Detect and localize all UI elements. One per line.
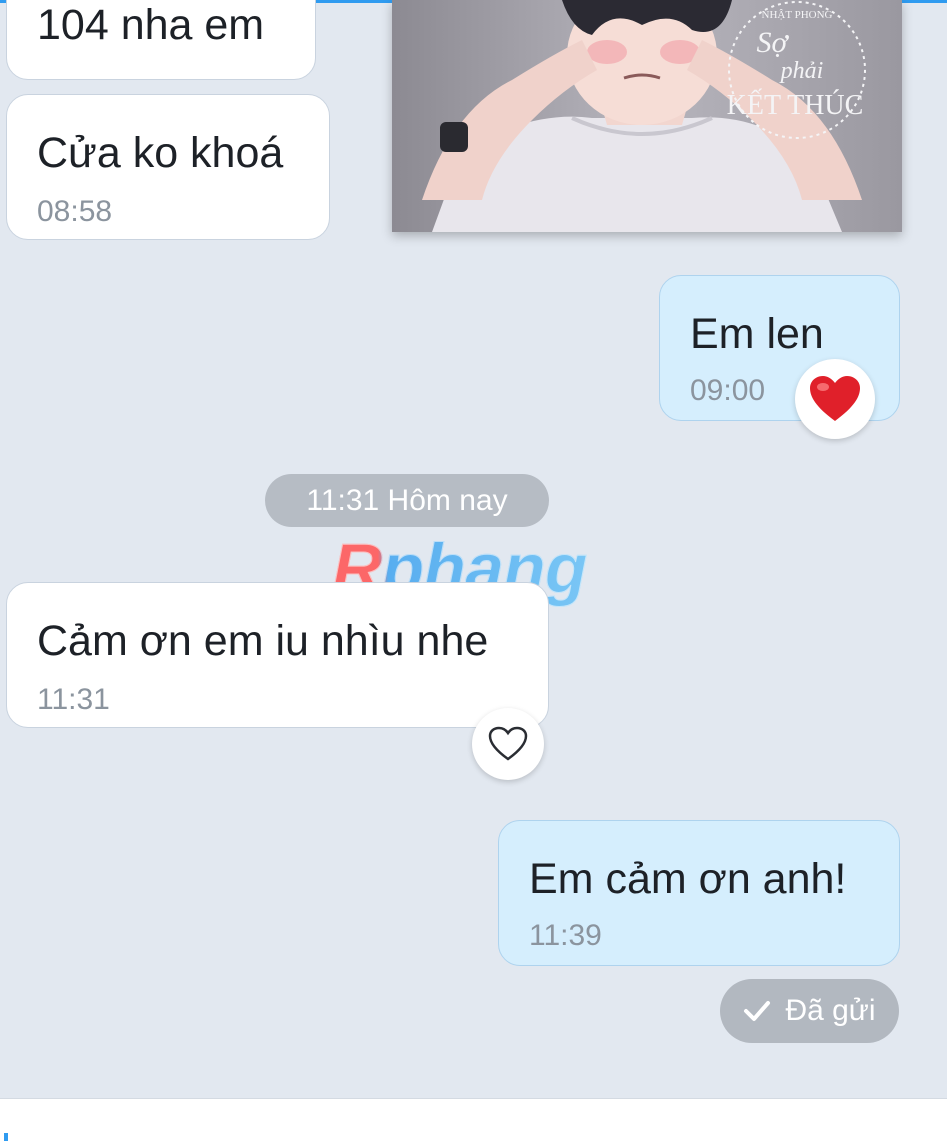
message-bubble-incoming[interactable]: Cửa ko khoá 08:58 <box>6 94 330 240</box>
message-bubble-outgoing[interactable]: Em cảm ơn anh! 11:39 <box>498 820 900 966</box>
reaction-heart-button[interactable] <box>795 359 875 439</box>
message-text: Cửa ko khoá <box>37 129 284 177</box>
message-bubble-incoming[interactable]: 104 nha em <box>6 0 316 80</box>
message-time: 09:00 <box>690 374 766 407</box>
image-title-line2: phải <box>779 58 824 84</box>
message-input-bar[interactable] <box>0 1098 947 1141</box>
date-separator: 11:31 Hôm nay <box>265 474 549 527</box>
image-brand-text: NHẬT PHONG <box>762 9 833 21</box>
message-text: Em len <box>690 310 824 358</box>
reaction-heart-button[interactable] <box>472 708 544 780</box>
sent-status-label: Đã gửi <box>785 994 876 1027</box>
message-text: 104 nha em <box>37 1 265 49</box>
heart-outline-icon <box>488 726 528 761</box>
message-text: Cảm ơn em iu nhìu nhe <box>37 617 489 665</box>
image-title-line1: Sợ <box>756 26 789 59</box>
message-time: 08:58 <box>37 195 113 228</box>
check-icon <box>744 1001 771 1021</box>
message-time: 11:31 <box>37 683 110 716</box>
image-title-line3: KẾT THÚC <box>727 89 864 121</box>
image-message[interactable]: NHẬT PHONG Sợ phải KẾT THÚC <box>392 0 902 232</box>
anime-illustration: NHẬT PHONG Sợ phải KẾT THÚC <box>392 0 902 232</box>
message-bubble-incoming[interactable]: Cảm ơn em iu nhìu nhe 11:31 <box>6 582 549 728</box>
sent-status-badge: Đã gửi <box>720 979 899 1043</box>
message-text: Em cảm ơn anh! <box>529 855 847 903</box>
message-time: 11:39 <box>529 919 602 952</box>
red-heart-icon <box>810 376 860 421</box>
